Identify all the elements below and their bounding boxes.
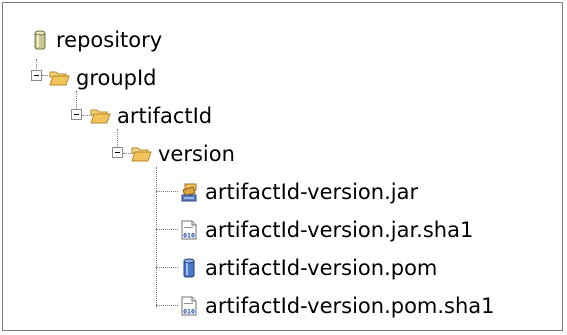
tree-connector (156, 191, 178, 192)
tree-node-file[interactable]: 010 artifactId-version.pom.sha1 (179, 291, 495, 321)
tree-node-label: artifactId-version.pom (205, 256, 438, 280)
tree-node-file[interactable]: artifactId-version.jar (179, 177, 418, 207)
tree-node-label: artifactId-version.pom.sha1 (205, 294, 495, 318)
binary-file-icon: 010 (181, 220, 197, 240)
tree-node-file[interactable]: 010 artifactId-version.jar.sha1 (179, 215, 473, 245)
collapse-toggle-artifactId[interactable] (71, 109, 82, 120)
folder-open-icon (131, 147, 152, 162)
svg-text:010: 010 (183, 232, 195, 240)
tree-connector (156, 267, 178, 268)
jar-file-icon (181, 183, 197, 202)
tree-node-groupId[interactable]: groupId (48, 63, 157, 93)
tree-node-label: repository (56, 28, 163, 52)
tree-node-label: artifactId-version.jar (205, 180, 419, 204)
tree-node-label: version (158, 142, 235, 166)
folder-open-icon (90, 109, 111, 124)
tree-node-label: artifactId-version.jar.sha1 (205, 218, 474, 242)
tree-connector (156, 229, 178, 230)
tree-node-label: artifactId (117, 104, 213, 128)
tree-connector (117, 129, 118, 149)
tree-node-label: groupId (76, 66, 157, 90)
tree-node-version[interactable]: version (130, 139, 235, 169)
folder-open-icon (49, 71, 70, 86)
tree-node-repository[interactable]: repository (30, 25, 162, 55)
collapse-toggle-groupId[interactable] (31, 70, 42, 81)
svg-text:010: 010 (183, 308, 195, 316)
binary-file-icon: 010 (181, 296, 197, 316)
repository-tree-panel: repository groupId artifactId version ar… (2, 2, 563, 331)
tree-connector (156, 305, 178, 306)
tree-connector (76, 91, 77, 111)
tree-node-artifactId[interactable]: artifactId (89, 101, 212, 131)
pom-file-icon (183, 258, 195, 278)
repository-cylinder-icon (34, 30, 46, 50)
tree-node-file[interactable]: artifactId-version.pom (179, 253, 437, 283)
collapse-toggle-version[interactable] (112, 147, 123, 158)
tree-connector (156, 167, 157, 307)
